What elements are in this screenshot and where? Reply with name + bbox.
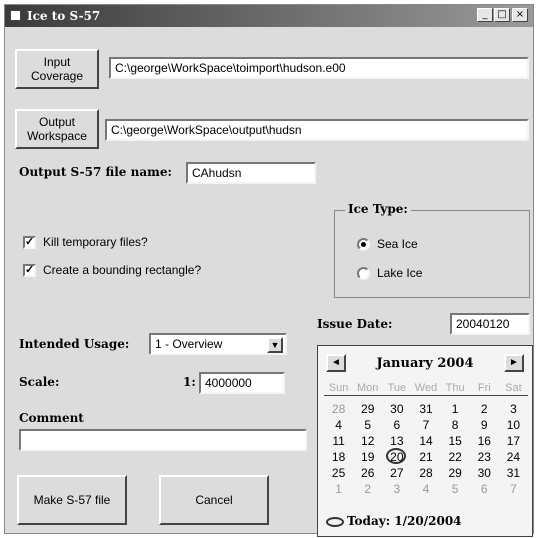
calendar-day-grid: 28 29 30 31 1 2 3 4 5 6 7 8 9 10 11 12 13 14 15 16 17 18 19 20 2… (324, 401, 528, 497)
calendar-day[interactable]: 2 (353, 481, 382, 497)
calendar-day[interactable]: 13 (382, 433, 411, 449)
calendar-day[interactable]: 21 (411, 449, 440, 465)
output-workspace-label-2: Workspace (27, 129, 87, 143)
calendar-day[interactable]: 16 (470, 433, 499, 449)
calendar-weekday: Fri (477, 382, 491, 394)
calendar-day[interactable]: 8 (441, 417, 470, 433)
calendar-day[interactable]: 29 (353, 401, 382, 417)
calendar-month-label[interactable]: January 2004 (358, 356, 492, 371)
calendar-weekday: Sat (505, 382, 522, 394)
calendar-day[interactable]: 3 (382, 481, 411, 497)
sea-ice-label: Sea Ice (377, 237, 418, 251)
lake-ice-radio[interactable] (357, 267, 370, 280)
calendar-day[interactable]: 1 (324, 481, 353, 497)
calendar-prev-button[interactable]: ◄ (326, 354, 346, 372)
calendar-weekday: Tue (387, 382, 407, 394)
app-icon (10, 10, 21, 21)
calendar-day[interactable]: 30 (470, 465, 499, 481)
s57-name-label: Output S-57 file name: (19, 165, 172, 179)
comment-field[interactable] (19, 429, 307, 451)
scale-field[interactable]: 4000000 (199, 372, 285, 394)
calendar-day[interactable]: 5 (353, 417, 382, 433)
maximize-button[interactable]: □ (494, 8, 510, 22)
calendar-day[interactable]: 27 (382, 465, 411, 481)
calendar-day[interactable]: 28 (411, 465, 440, 481)
calendar-today-link[interactable]: Today: 1/20/2004 (326, 514, 462, 528)
input-coverage-button[interactable]: Input Coverage (15, 49, 99, 89)
comment-label: Comment (19, 411, 84, 425)
sea-ice-radio[interactable] (357, 238, 370, 251)
calendar-day[interactable]: 19 (353, 449, 382, 465)
usage-label: Intended Usage: (19, 337, 130, 351)
kill-temp-checkbox[interactable]: ✓ (23, 236, 36, 249)
calendar-day[interactable]: 9 (470, 417, 499, 433)
input-coverage-label-1: Input (43, 55, 71, 69)
calendar-day[interactable]: 7 (499, 481, 528, 497)
calendar-day[interactable]: 22 (441, 449, 470, 465)
calendar-day[interactable]: 6 (382, 417, 411, 433)
issue-date-field[interactable]: 20040120 (450, 313, 530, 335)
close-button[interactable]: × (512, 8, 528, 22)
calendar-day[interactable]: 30 (382, 401, 411, 417)
usage-combo[interactable]: 1 - Overview ▼ (149, 333, 287, 355)
calendar-weekday: Wed (414, 382, 438, 394)
calendar-day[interactable]: 4 (411, 481, 440, 497)
calendar-day[interactable]: 3 (499, 401, 528, 417)
calendar-day[interactable]: 14 (411, 433, 440, 449)
kill-temp-label: Kill temporary files? (43, 235, 148, 249)
calendar-day[interactable]: 18 (324, 449, 353, 465)
ice-type-title: Ice Type: (345, 202, 411, 216)
calendar-today-label: Today: 1/20/2004 (347, 514, 462, 528)
calendar-day[interactable]: 10 (499, 417, 528, 433)
output-workspace-field[interactable]: C:\george\WorkSpace\output\hudsn (105, 119, 529, 141)
title-bar[interactable]: Ice to S-57 _ □ × (5, 5, 533, 27)
calendar-weekday: Sun (328, 382, 349, 394)
calendar-day[interactable]: 1 (441, 401, 470, 417)
calendar-day[interactable]: 23 (470, 449, 499, 465)
calendar-day[interactable]: 31 (411, 401, 440, 417)
ice-type-group: Ice Type: Sea Ice Lake Ice (334, 202, 530, 298)
calendar-day[interactable]: 29 (441, 465, 470, 481)
window-title: Ice to S-57 (27, 9, 101, 23)
bounding-rect-checkbox[interactable]: ✓ (23, 264, 36, 277)
calendar-day[interactable]: 26 (353, 465, 382, 481)
input-coverage-label-2: Coverage (30, 69, 84, 83)
make-s57-button[interactable]: Make S-57 file (17, 475, 127, 525)
calendar-weekday: Mon (357, 382, 379, 394)
calendar-weekday-row: Sun Mon Tue Wed Thu Fri Sat (324, 382, 528, 396)
chevron-down-icon[interactable]: ▼ (267, 337, 283, 353)
bounding-rect-label: Create a bounding rectangle? (43, 263, 202, 277)
calendar: ◄ January 2004 ► Sun Mon Tue Wed Thu Fri Sat 2… (317, 345, 533, 537)
main-window: Ice to S-57 _ □ × Input Coverage C:\geor… (4, 4, 534, 537)
output-workspace-label-1: Output (38, 115, 76, 129)
calendar-day[interactable]: 25 (324, 465, 353, 481)
calendar-day[interactable]: 12 (353, 433, 382, 449)
calendar-day[interactable]: 6 (470, 481, 499, 497)
calendar-day[interactable]: 31 (499, 465, 528, 481)
input-coverage-field[interactable]: C:\george\WorkSpace\toimport\hudson.e00 (109, 57, 529, 79)
calendar-day[interactable]: 17 (499, 433, 528, 449)
calendar-day-selected[interactable]: 20 (382, 448, 411, 465)
issue-date-label: Issue Date: (317, 317, 393, 331)
calendar-day[interactable]: 5 (441, 481, 470, 497)
calendar-day[interactable]: 4 (324, 417, 353, 433)
calendar-day[interactable]: 7 (411, 417, 440, 433)
usage-value: 1 - Overview (155, 337, 223, 351)
today-circle-icon (326, 516, 344, 527)
minimize-button[interactable]: _ (477, 8, 493, 22)
output-workspace-button[interactable]: Output Workspace (15, 109, 99, 149)
s57-name-field[interactable]: CAhudsn (186, 162, 316, 184)
scale-label: Scale: (19, 375, 60, 389)
calendar-day[interactable]: 2 (470, 401, 499, 417)
calendar-day[interactable]: 15 (441, 433, 470, 449)
calendar-next-button[interactable]: ► (504, 354, 524, 372)
calendar-weekday: Thu (445, 382, 465, 394)
calendar-day[interactable]: 24 (499, 449, 528, 465)
calendar-day[interactable]: 11 (324, 433, 353, 449)
cancel-button[interactable]: Cancel (159, 475, 269, 525)
lake-ice-label: Lake Ice (377, 266, 423, 280)
calendar-day[interactable]: 28 (324, 401, 353, 417)
scale-prefix: 1: (183, 375, 196, 389)
